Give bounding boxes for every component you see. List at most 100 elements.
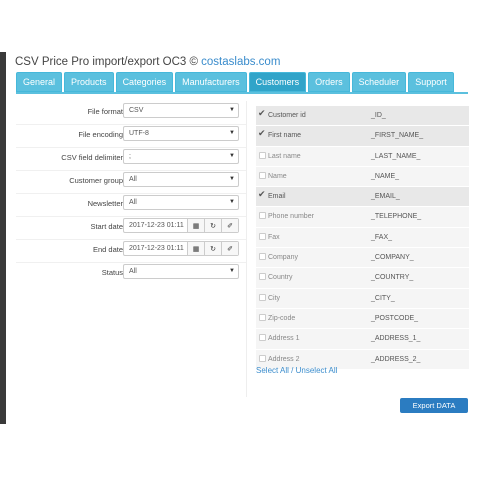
field-token: _NAME_ (371, 172, 400, 180)
calendar-icon[interactable]: ▦ (188, 219, 205, 232)
newsletter-label: Newsletter (87, 199, 123, 208)
row-start-date: Start date 2017-12-23 01:11 ▦ ↻ ✐ (16, 216, 246, 240)
field-name: Address 2 (268, 355, 300, 363)
tab-products[interactable]: Products (64, 72, 114, 92)
title-link[interactable]: costaslabs.com (201, 56, 280, 68)
field-token: _POSTCODE_ (371, 314, 419, 322)
tab-underline (16, 92, 468, 94)
file-encoding-select[interactable]: UTF-8 ▼ (123, 126, 239, 141)
status-value: All (129, 268, 137, 275)
field-name: Email (268, 193, 286, 201)
row-customer-group: Customer group All ▼ (16, 170, 246, 194)
field-checkbox[interactable] (259, 151, 266, 159)
field-token: _LAST_NAME_ (371, 152, 421, 160)
chevron-down-icon: ▼ (229, 176, 235, 182)
start-date-value[interactable]: 2017-12-23 01:11 (124, 219, 188, 232)
file-format-value: CSV (129, 107, 144, 114)
field-checkbox[interactable] (259, 313, 266, 321)
select-all-link[interactable]: Select All (256, 366, 289, 375)
field-name: Last name (268, 152, 301, 160)
field-list: ✔ Customer id _ID_ ✔ First name _FIRST_NAME_ L… (256, 106, 469, 370)
end-date-value[interactable]: 2017-12-23 01:11 (124, 242, 188, 255)
field-checkbox[interactable] (259, 293, 266, 301)
unselect-all-link[interactable]: Unselect All (296, 366, 338, 375)
file-encoding-label: File encoding (78, 130, 123, 139)
field-name: First name (268, 132, 302, 140)
customer-group-select[interactable]: All ▼ (123, 172, 239, 187)
end-date-input[interactable]: 2017-12-23 01:11 ▦ ↻ ✐ (123, 241, 239, 256)
eraser-icon[interactable]: ✐ (222, 242, 238, 255)
tab-general[interactable]: General (16, 72, 63, 92)
field-checkbox[interactable] (259, 212, 266, 220)
chevron-down-icon: ▼ (229, 130, 235, 136)
row-file-encoding: File encoding UTF-8 ▼ (16, 124, 246, 148)
delimiter-select[interactable]: ; ▼ (123, 149, 239, 164)
status-label: Status (101, 268, 123, 277)
file-format-select[interactable]: CSV ▼ (123, 103, 239, 118)
field-row[interactable]: Fax _FAX_ (256, 227, 469, 249)
field-row[interactable]: Phone number _TELEPHONE_ (256, 207, 469, 228)
start-date-label: Start date (90, 222, 123, 231)
checkmark-icon[interactable]: ✔ (258, 189, 266, 199)
field-token: _ID_ (371, 112, 386, 119)
chevron-down-icon: ▼ (229, 153, 235, 159)
field-name: City (268, 294, 281, 302)
field-row[interactable]: City _CITY_ (256, 288, 469, 309)
field-token: _COUNTRY_ (371, 274, 414, 282)
tab-orders[interactable]: Orders (308, 72, 350, 92)
field-checkbox[interactable] (259, 232, 266, 240)
tab-bar: General Products Categories Manufacturer… (16, 72, 454, 92)
field-token: _CITY_ (371, 294, 395, 302)
field-token: _ADDRESS_1_ (371, 335, 421, 343)
eraser-icon[interactable]: ✐ (222, 219, 238, 232)
select-links: Select All / Unselect All (256, 366, 337, 375)
page-title: CSV Price Pro import/export OC3 © costas… (15, 56, 280, 68)
title-text: CSV Price Pro import/export OC3 © (15, 56, 198, 68)
field-token: _EMAIL_ (371, 193, 400, 201)
refresh-icon[interactable]: ↻ (205, 219, 222, 232)
file-format-label: File format (87, 107, 123, 116)
field-row[interactable]: Address 1 _ADDRESS_1_ (256, 329, 469, 350)
field-row[interactable]: Last name _LAST_NAME_ (256, 146, 469, 167)
checkmark-icon[interactable]: ✔ (258, 108, 266, 118)
tab-manufacturers[interactable]: Manufacturers (175, 72, 247, 92)
status-select[interactable]: All ▼ (123, 264, 239, 279)
tab-customers[interactable]: Customers (248, 72, 307, 92)
chevron-down-icon: ▼ (229, 268, 235, 274)
row-file-format: File format CSV ▼ (16, 101, 246, 125)
field-row[interactable]: ✔ First name _FIRST_NAME_ (256, 126, 469, 147)
delimiter-value: ; (129, 153, 131, 160)
tab-support[interactable]: Support (408, 72, 454, 92)
tab-categories[interactable]: Categories (115, 72, 174, 92)
row-status: Status All ▼ (16, 262, 246, 285)
checkmark-icon[interactable]: ✔ (258, 128, 266, 138)
link-separator: / (291, 366, 294, 375)
calendar-icon[interactable]: ▦ (188, 242, 205, 255)
field-checkbox[interactable] (259, 171, 266, 179)
field-checkbox[interactable] (259, 354, 266, 362)
field-checkbox[interactable] (259, 273, 266, 281)
tab-scheduler[interactable]: Scheduler (351, 72, 407, 92)
field-name: Address 1 (268, 335, 300, 343)
export-data-button[interactable]: Export DATA (400, 398, 468, 413)
export-options-form: File format CSV ▼ File encoding UTF-8 ▼ CS… (16, 101, 247, 397)
row-delimiter: CSV field delimiter ; ▼ (16, 147, 246, 171)
field-name: Zip-code (268, 314, 296, 322)
field-row[interactable]: ✔ Email _EMAIL_ (256, 187, 469, 208)
field-row[interactable]: Company _COMPANY_ (256, 248, 469, 269)
start-date-input[interactable]: 2017-12-23 01:11 ▦ ↻ ✐ (123, 218, 239, 233)
refresh-icon[interactable]: ↻ (205, 242, 222, 255)
field-name: Country (268, 274, 293, 282)
customer-group-value: All (129, 176, 137, 183)
row-newsletter: Newsletter All ▼ (16, 193, 246, 217)
field-row[interactable]: Name _NAME_ (256, 166, 469, 188)
newsletter-select[interactable]: All ▼ (123, 195, 239, 210)
field-row[interactable]: Country _COUNTRY_ (256, 268, 469, 289)
delimiter-label: CSV field delimiter (61, 153, 123, 162)
field-checkbox[interactable] (259, 334, 266, 342)
field-name: Company (268, 254, 298, 262)
field-row[interactable]: Zip-code _POSTCODE_ (256, 308, 469, 330)
field-token: _COMPANY_ (371, 254, 414, 262)
field-row[interactable]: ✔ Customer id _ID_ (256, 106, 469, 127)
field-checkbox[interactable] (259, 253, 266, 261)
